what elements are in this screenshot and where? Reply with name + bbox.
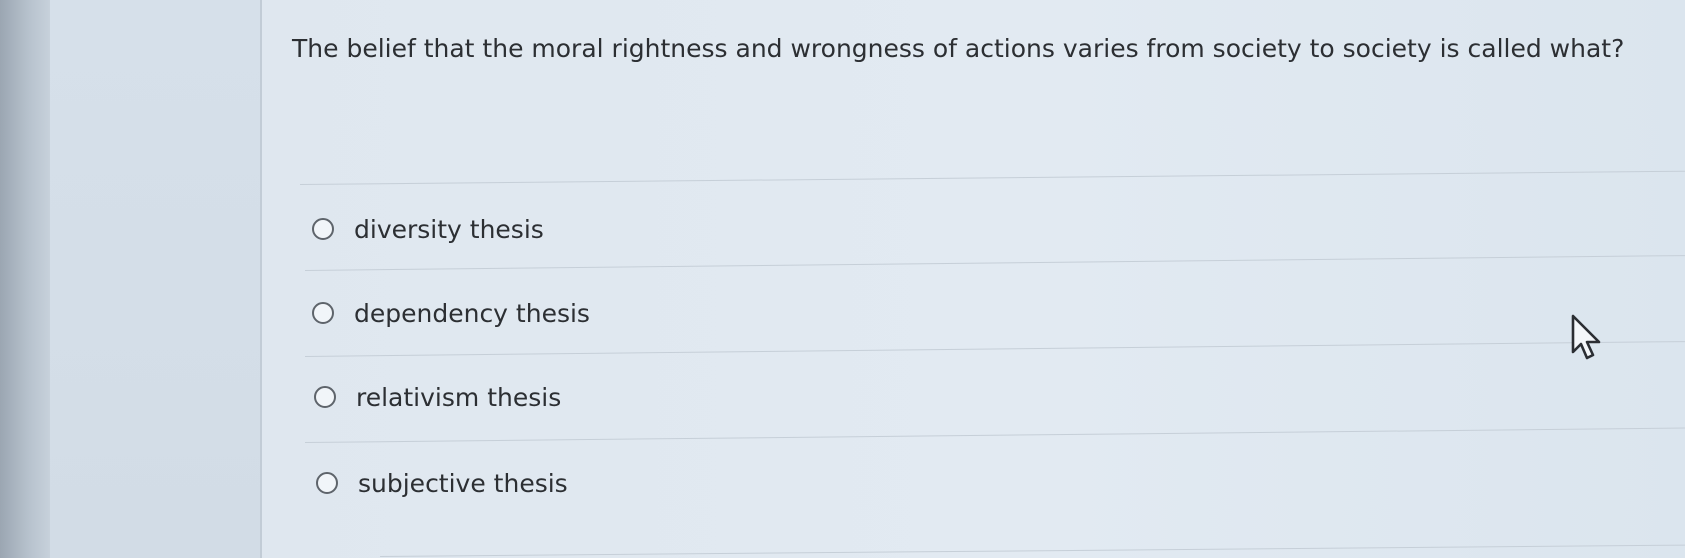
mouse-pointer-icon — [1571, 314, 1601, 360]
screen-left-edge — [0, 0, 50, 558]
option-label: subjective thesis — [358, 468, 568, 498]
question-text: The belief that the moral rightness and … — [292, 34, 1625, 63]
option-dependency-thesis[interactable]: dependency thesis — [312, 293, 590, 333]
side-panel — [50, 0, 260, 558]
radio-button[interactable] — [316, 472, 338, 494]
radio-button[interactable] — [314, 386, 336, 408]
option-label: diversity thesis — [354, 214, 544, 244]
radio-button[interactable] — [312, 302, 334, 324]
option-relativism-thesis[interactable]: relativism thesis — [314, 377, 561, 417]
radio-button[interactable] — [312, 218, 334, 240]
option-label: dependency thesis — [354, 298, 590, 328]
option-subjective-thesis[interactable]: subjective thesis — [316, 463, 568, 503]
option-label: relativism thesis — [356, 382, 562, 412]
option-diversity-thesis[interactable]: diversity thesis — [312, 209, 544, 249]
